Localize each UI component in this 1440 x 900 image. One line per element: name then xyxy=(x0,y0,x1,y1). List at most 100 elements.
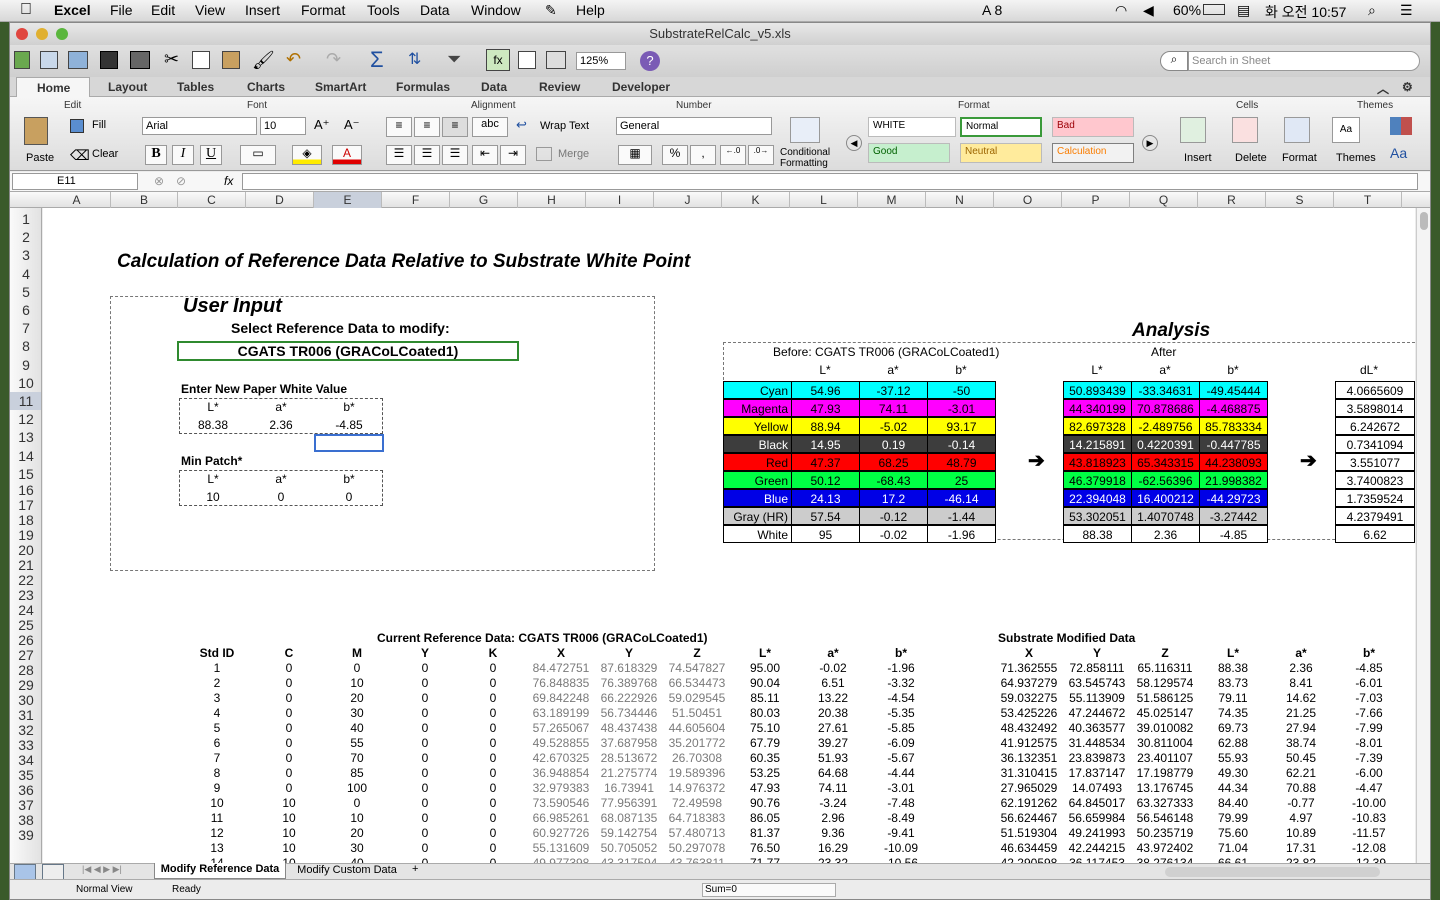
increase-font-icon[interactable]: A⁺ xyxy=(314,117,330,133)
zoom-select[interactable]: 125% xyxy=(576,52,626,70)
gallery-icon[interactable] xyxy=(518,51,536,69)
format-cells-button[interactable]: Format xyxy=(1282,152,1317,164)
table-cell[interactable]: 74.35 xyxy=(1199,706,1267,720)
number-format-select[interactable]: General xyxy=(616,117,772,135)
wrap-text-icon[interactable]: ↩ xyxy=(516,117,527,133)
table-cell[interactable]: -5.67 xyxy=(867,751,935,765)
patch-after-value[interactable]: -4.468875 xyxy=(1199,399,1268,417)
table-cell[interactable]: 64.845017 xyxy=(1063,796,1131,810)
table-cell[interactable]: 21.25 xyxy=(1267,706,1335,720)
table-cell[interactable]: 39.27 xyxy=(799,736,867,750)
row-header-19[interactable]: 19 xyxy=(10,528,41,543)
row-header-25[interactable]: 25 xyxy=(10,618,41,633)
themes-button[interactable]: Themes xyxy=(1336,152,1376,164)
patch-before-value[interactable]: 47.37 xyxy=(791,453,860,471)
vertical-scrollbar[interactable] xyxy=(1416,208,1430,863)
table-cell[interactable]: -5.35 xyxy=(867,706,935,720)
flag-icon[interactable]: ▤ xyxy=(1237,2,1250,19)
table-cell[interactable]: 11 xyxy=(183,811,251,825)
table-cell[interactable]: 55.113909 xyxy=(1063,691,1131,705)
new-icon[interactable] xyxy=(14,51,30,69)
decrease-decimal-icon[interactable]: .0→ xyxy=(748,145,774,165)
column-header-m[interactable]: M xyxy=(858,192,926,208)
table-cell[interactable]: 0 xyxy=(391,676,459,690)
patch-after-value[interactable]: 0.4220391 xyxy=(1131,435,1200,453)
row-header-9[interactable]: 9 xyxy=(10,356,41,374)
table-cell[interactable]: 71.04 xyxy=(1199,841,1267,855)
table-cell[interactable]: 55.93 xyxy=(1199,751,1267,765)
table-cell[interactable]: 0 xyxy=(255,706,323,720)
patch-dl-value[interactable]: 4.2379491 xyxy=(1335,507,1415,525)
patch-after-value[interactable]: 70.878686 xyxy=(1131,399,1200,417)
patch-dl-value[interactable]: 6.62 xyxy=(1335,525,1415,543)
table-cell[interactable]: 10 xyxy=(183,796,251,810)
table-cell[interactable]: 58.129574 xyxy=(1131,676,1199,690)
table-cell[interactable]: 46.634459 xyxy=(995,841,1063,855)
table-cell[interactable]: 23.32 xyxy=(799,856,867,863)
table-cell[interactable]: 0 xyxy=(459,751,527,765)
table-cell[interactable]: 38.74 xyxy=(1267,736,1335,750)
table-cell[interactable]: 10 xyxy=(255,796,323,810)
column-header-c[interactable]: C xyxy=(178,192,246,208)
table-cell[interactable]: 0 xyxy=(459,721,527,735)
patch-before-value[interactable]: 88.94 xyxy=(791,417,860,435)
patch-dl-value[interactable]: 3.5898014 xyxy=(1335,399,1415,417)
toolbox-icon[interactable] xyxy=(546,51,566,69)
table-cell[interactable]: 0 xyxy=(391,796,459,810)
patch-before-value[interactable]: 25 xyxy=(927,471,996,489)
table-cell[interactable]: -3.32 xyxy=(867,676,935,690)
table-cell[interactable]: 2.96 xyxy=(799,811,867,825)
table-cell[interactable]: -4.54 xyxy=(867,691,935,705)
table-cell[interactable]: 63.327333 xyxy=(1131,796,1199,810)
patch-before-value[interactable]: -50 xyxy=(927,381,996,399)
patch-before-value[interactable]: -37.12 xyxy=(859,381,928,399)
table-cell[interactable]: 71.362555 xyxy=(995,661,1063,675)
row-header-5[interactable]: 5 xyxy=(10,283,41,301)
column-header-s[interactable]: S xyxy=(1266,192,1334,208)
table-cell[interactable]: 85 xyxy=(323,766,391,780)
tab-review[interactable]: Review xyxy=(539,80,580,94)
patch-before-value[interactable]: 47.93 xyxy=(791,399,860,417)
patch-before-value[interactable]: 93.17 xyxy=(927,417,996,435)
table-cell[interactable]: -7.48 xyxy=(867,796,935,810)
patch-before-value[interactable]: 0.19 xyxy=(859,435,928,453)
table-cell[interactable]: 50.45 xyxy=(1267,751,1335,765)
patch-before-value[interactable]: -0.12 xyxy=(859,507,928,525)
table-cell[interactable]: -4.47 xyxy=(1335,781,1403,795)
table-cell[interactable]: 83.73 xyxy=(1199,676,1267,690)
row-header-32[interactable]: 32 xyxy=(10,723,41,738)
table-cell[interactable]: -10.83 xyxy=(1335,811,1403,825)
column-header-f[interactable]: F xyxy=(382,192,450,208)
table-cell[interactable]: 87.618329 xyxy=(595,661,663,675)
table-cell[interactable]: 31.448534 xyxy=(1063,736,1131,750)
insert-cells-button[interactable]: Insert xyxy=(1184,152,1212,164)
patch-after-value[interactable]: 46.379918 xyxy=(1063,471,1132,489)
table-cell[interactable]: 32.979383 xyxy=(527,781,595,795)
insert-cells-icon[interactable] xyxy=(1180,117,1206,143)
mp-a-value[interactable]: 0 xyxy=(247,490,315,504)
input-indicator[interactable]: A 8 xyxy=(982,2,1002,18)
table-cell[interactable]: -6.09 xyxy=(867,736,935,750)
table-cell[interactable]: 62.191262 xyxy=(995,796,1063,810)
table-cell[interactable]: 0 xyxy=(459,706,527,720)
table-cell[interactable]: -7.03 xyxy=(1335,691,1403,705)
tab-tables[interactable]: Tables xyxy=(177,80,214,94)
table-cell[interactable]: 41.912575 xyxy=(995,736,1063,750)
table-cell[interactable]: 79.11 xyxy=(1199,691,1267,705)
pw-l-value[interactable]: 88.38 xyxy=(179,418,247,432)
patch-before-value[interactable]: 68.25 xyxy=(859,453,928,471)
table-cell[interactable]: 0 xyxy=(391,721,459,735)
row-header-26[interactable]: 26 xyxy=(10,633,41,648)
table-cell[interactable]: 27.965029 xyxy=(995,781,1063,795)
menu-tools[interactable]: Tools xyxy=(367,2,400,18)
table-cell[interactable]: 43.763811 xyxy=(663,856,731,863)
table-cell[interactable]: 0 xyxy=(255,721,323,735)
table-cell[interactable]: 10 xyxy=(323,811,391,825)
patch-dl-value[interactable]: 3.551077 xyxy=(1335,453,1415,471)
scroll-thumb[interactable] xyxy=(1420,212,1428,230)
table-cell[interactable]: 69.842248 xyxy=(527,691,595,705)
row-header-15[interactable]: 15 xyxy=(10,465,41,483)
patch-before-value[interactable]: 74.11 xyxy=(859,399,928,417)
table-cell[interactable]: 75.60 xyxy=(1199,826,1267,840)
table-cell[interactable]: 0 xyxy=(459,781,527,795)
